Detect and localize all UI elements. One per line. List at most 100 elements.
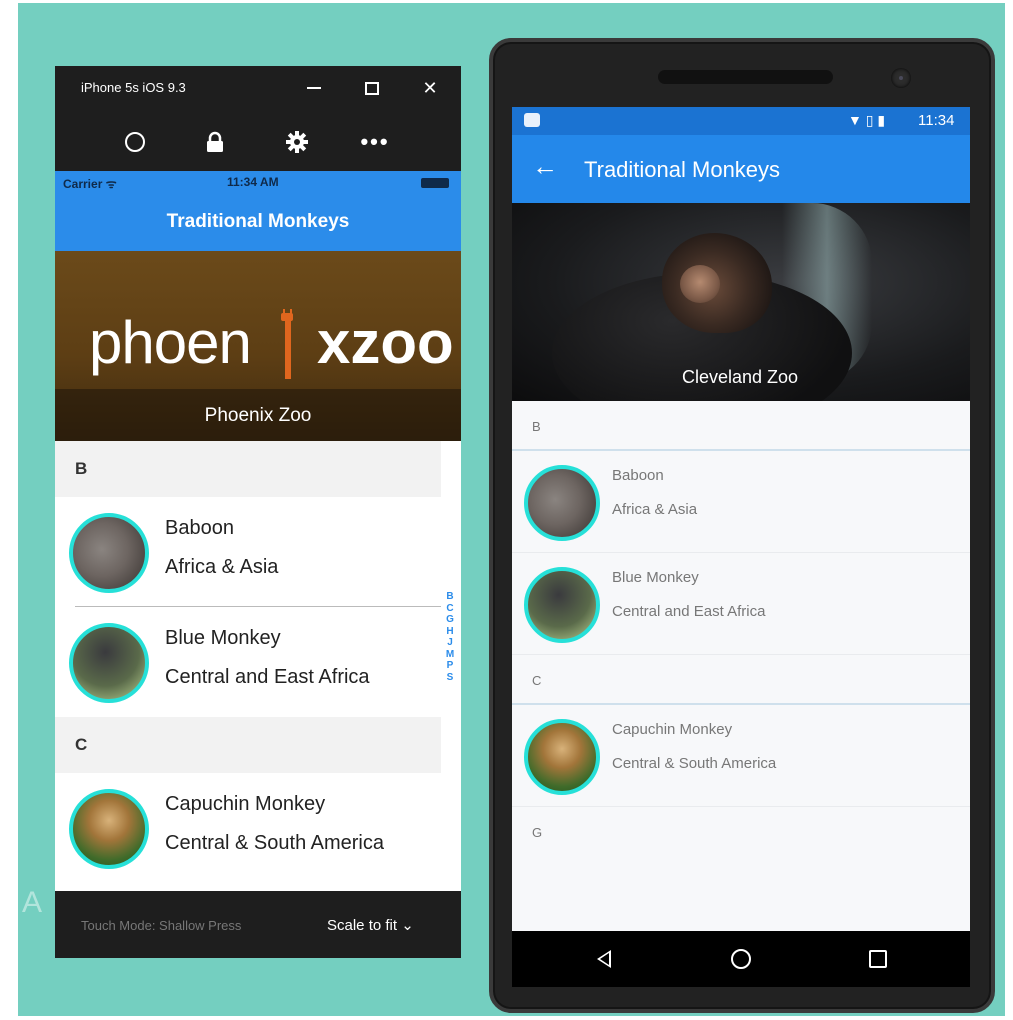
more-button[interactable]: ••• xyxy=(357,124,393,160)
android-screen: ▼ ▯ ▮ 11:34 ← Traditional Monkeys Clevel… xyxy=(512,107,970,931)
lock-button[interactable] xyxy=(197,124,233,160)
avatar xyxy=(524,567,600,643)
section-header-c: C xyxy=(512,655,970,705)
settings-button[interactable] xyxy=(279,124,315,160)
android-status-bar: ▼ ▯ ▮ 11:34 xyxy=(512,107,970,135)
simulator-titlebar: iPhone 5s iOS 9.3 ✕ xyxy=(55,66,461,110)
index-letter[interactable]: P xyxy=(443,660,457,672)
notification-icon xyxy=(524,113,540,127)
index-letter[interactable]: M xyxy=(443,649,457,661)
avatar xyxy=(524,719,600,795)
back-icon xyxy=(597,950,611,968)
scale-dropdown[interactable]: Scale to fit ⌄ xyxy=(327,916,414,934)
bottom-border xyxy=(0,1016,1013,1020)
android-toolbar: ← Traditional Monkeys xyxy=(512,135,970,203)
section-label: C xyxy=(75,735,88,754)
simulator-footer: Touch Mode: Shallow Press Scale to fit ⌄ xyxy=(55,892,461,958)
partial-background-text: A xyxy=(22,886,43,919)
section-index[interactable]: B C G H J M P S xyxy=(443,591,457,683)
index-letter[interactable]: S xyxy=(443,672,457,684)
item-location: Central and East Africa xyxy=(612,603,766,620)
section-header-b: B xyxy=(512,401,970,451)
simulator-title: iPhone 5s iOS 9.3 xyxy=(81,80,186,95)
carrier-label: Carrier ᯤ xyxy=(63,177,117,191)
hero-caption: Cleveland Zoo xyxy=(682,367,799,387)
touch-mode-toggle[interactable]: Touch Mode: Shallow Press xyxy=(81,918,241,933)
ios-clock: 11:34 AM xyxy=(227,175,279,189)
section-label: B xyxy=(75,459,88,478)
android-clock: 11:34 xyxy=(918,112,955,129)
left-border xyxy=(0,0,18,1020)
minimize-button[interactable] xyxy=(297,74,331,102)
monkey-list[interactable]: B Baboon Africa & Asia Blue Monkey Centr… xyxy=(55,441,461,891)
section-label: B xyxy=(532,419,541,434)
maximize-icon xyxy=(365,81,379,95)
index-letter[interactable]: J xyxy=(443,637,457,649)
ios-navigation-bar: Traditional Monkeys xyxy=(55,193,461,251)
home-icon xyxy=(731,949,751,969)
front-camera xyxy=(891,68,911,88)
settings-icon xyxy=(286,131,308,153)
close-button[interactable]: ✕ xyxy=(413,74,447,102)
section-header-c: C xyxy=(55,717,441,773)
list-item[interactable]: Capuchin Monkey Central & South America xyxy=(55,773,441,883)
more-icon: ••• xyxy=(360,129,390,154)
logo-text-right: xzoo xyxy=(317,309,454,376)
ios-simulator-window: iPhone 5s iOS 9.3 ✕ ••• Carrier ᯤ 11:34 … xyxy=(55,66,461,958)
status-icons: ▼ ▯ ▮ xyxy=(848,112,886,128)
top-border xyxy=(0,0,1013,3)
ios-screen: Carrier ᯤ 11:34 AM Traditional Monkeys p… xyxy=(55,171,461,891)
back-arrow-icon[interactable]: ← xyxy=(532,153,558,179)
list-item[interactable]: Blue Monkey Central and East Africa xyxy=(55,607,441,717)
page-title: Traditional Monkeys xyxy=(584,157,781,182)
list-item[interactable]: Capuchin Monkey Central & South America xyxy=(512,705,970,807)
nav-back-button[interactable] xyxy=(584,943,624,975)
phoenix-zoo-banner[interactable]: phoen xzoo Phoenix Zoo xyxy=(55,251,461,441)
nav-home-button[interactable] xyxy=(721,943,761,975)
item-name: Capuchin Monkey xyxy=(165,793,326,815)
cleveland-zoo-banner[interactable]: Cleveland Zoo xyxy=(512,203,970,401)
home-button[interactable] xyxy=(117,124,153,160)
item-name: Capuchin Monkey xyxy=(612,721,733,738)
section-header-g: G xyxy=(512,807,970,857)
section-label: C xyxy=(532,673,542,688)
item-name: Blue Monkey xyxy=(612,569,699,586)
simulator-toolbar: ••• xyxy=(55,116,461,166)
avatar xyxy=(69,513,149,593)
index-letter[interactable]: B xyxy=(443,591,457,603)
maximize-button[interactable] xyxy=(355,74,389,102)
item-location: Central & South America xyxy=(612,755,777,772)
android-device: ▼ ▯ ▮ 11:34 ← Traditional Monkeys Clevel… xyxy=(489,38,995,1013)
item-location: Central & South America xyxy=(165,832,384,854)
section-label: G xyxy=(532,825,543,840)
section-header-b: B xyxy=(55,441,441,497)
avatar xyxy=(69,789,149,869)
item-name: Baboon xyxy=(165,517,234,539)
list-item[interactable]: Baboon Africa & Asia xyxy=(512,451,970,553)
right-border xyxy=(1005,0,1013,1020)
item-location: Africa & Asia xyxy=(612,501,698,518)
lock-icon xyxy=(207,131,223,152)
avatar xyxy=(69,623,149,703)
monkey-face-shape xyxy=(680,265,720,303)
recents-icon xyxy=(869,950,887,968)
page-title: Traditional Monkeys xyxy=(166,211,350,232)
minimize-icon xyxy=(307,87,321,89)
giraffe-logo-icon xyxy=(281,309,293,379)
index-letter[interactable]: H xyxy=(443,626,457,638)
ios-status-bar: Carrier ᯤ 11:34 AM xyxy=(55,171,461,193)
battery-icon xyxy=(421,178,449,188)
logo-text-left: phoen xyxy=(89,309,252,376)
list-item[interactable]: Baboon Africa & Asia xyxy=(55,497,441,607)
list-item[interactable]: Blue Monkey Central and East Africa xyxy=(512,553,970,655)
android-navigation-bar xyxy=(512,931,970,987)
item-location: Central and East Africa xyxy=(165,666,370,688)
nav-recents-button[interactable] xyxy=(858,943,898,975)
index-letter[interactable]: G xyxy=(443,614,457,626)
item-name: Blue Monkey xyxy=(165,627,281,649)
item-name: Baboon xyxy=(612,467,664,484)
avatar xyxy=(524,465,600,541)
item-location: Africa & Asia xyxy=(165,556,279,578)
index-letter[interactable]: C xyxy=(443,603,457,615)
speaker-grille xyxy=(658,70,833,84)
